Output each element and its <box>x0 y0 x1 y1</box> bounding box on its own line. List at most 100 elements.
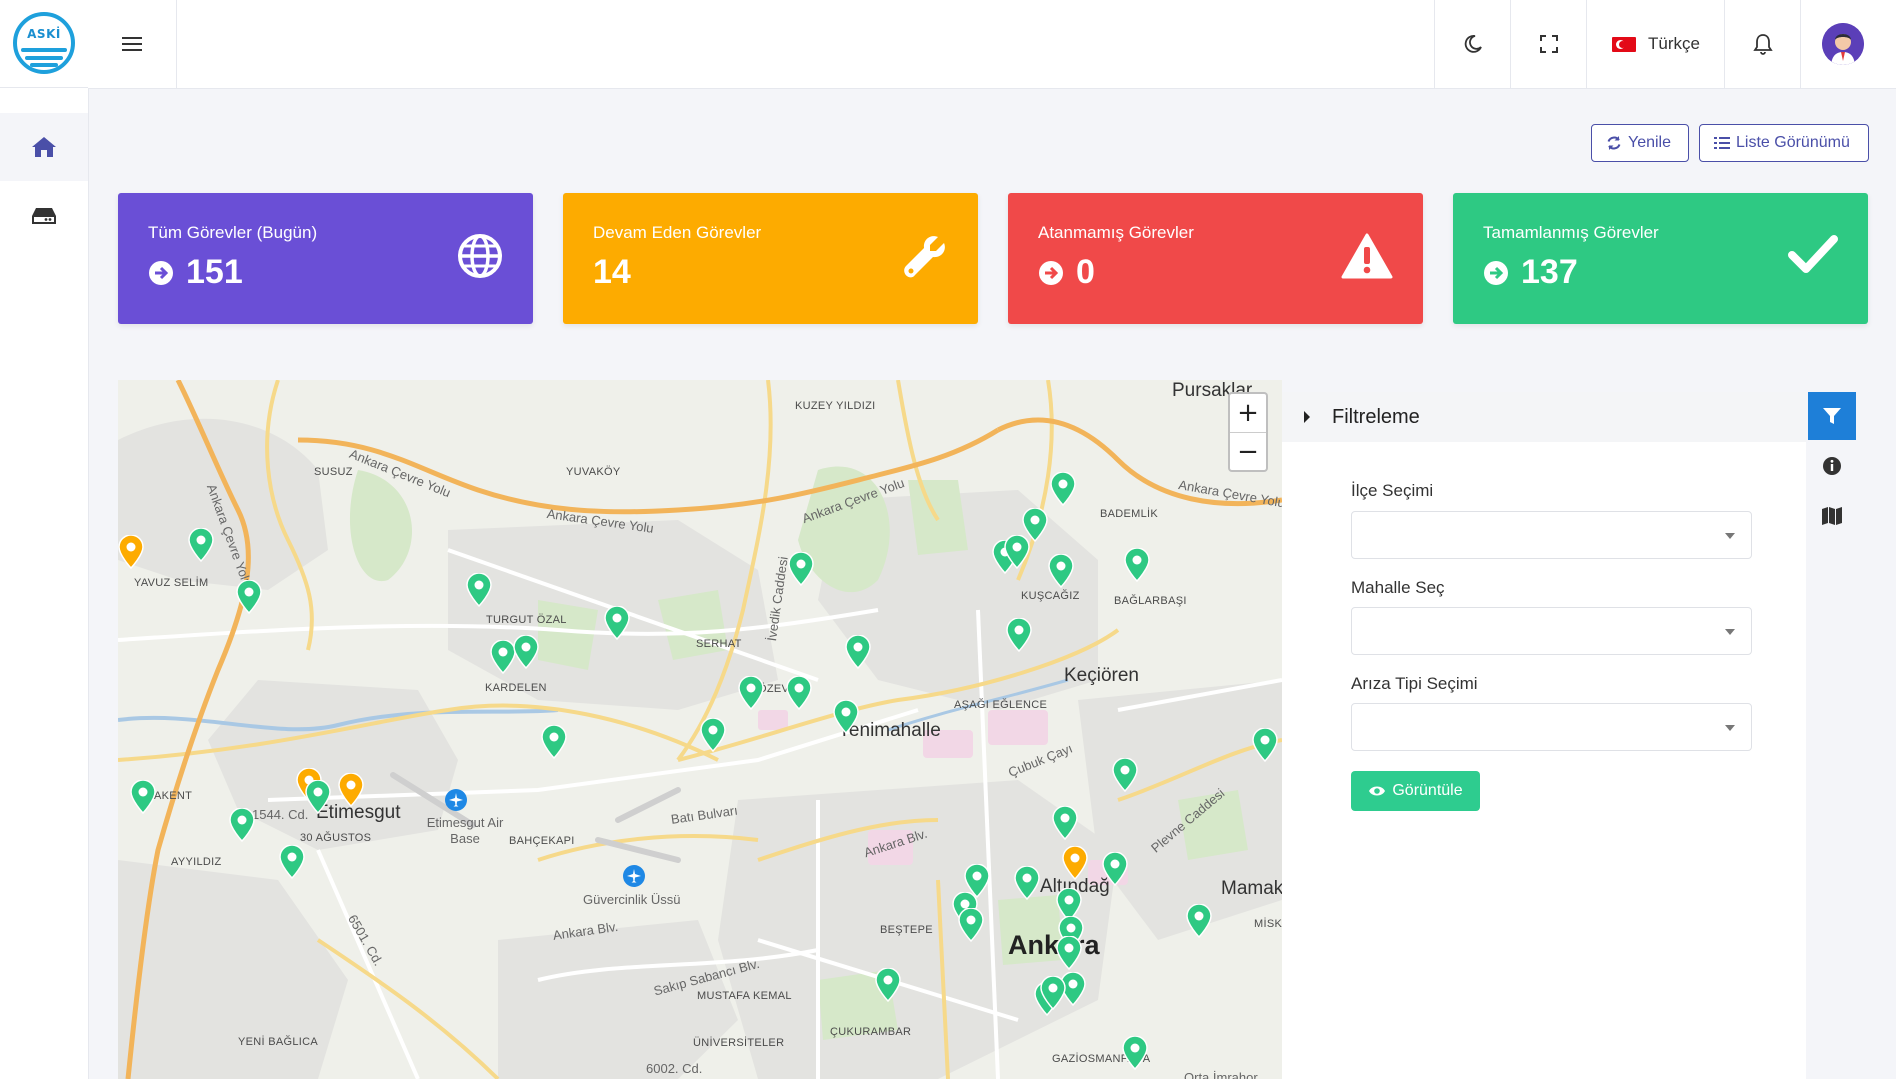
tasks-map[interactable]: Pursaklar KUZEY YILDIZI YUVAKÖY SUSUZ An… <box>118 380 1282 1079</box>
card-title: Devam Eden Görevler <box>593 223 762 242</box>
arrow-circle-right-icon <box>1484 260 1508 285</box>
pin-green[interactable] <box>1124 548 1150 582</box>
show-button[interactable]: Görüntüle <box>1351 771 1480 811</box>
notifications-button[interactable] <box>1724 0 1801 88</box>
sidebar-item-devices[interactable] <box>0 182 88 250</box>
tab-info[interactable] <box>1808 442 1856 490</box>
list-view-button[interactable]: Liste Görünümü <box>1699 124 1869 162</box>
neighborhood-select[interactable] <box>1351 607 1752 655</box>
airport-icon <box>445 789 467 811</box>
pin-green[interactable] <box>1004 535 1030 569</box>
card-value-row: 151 <box>148 253 243 292</box>
pin-green[interactable] <box>738 676 764 710</box>
pin-green[interactable] <box>513 635 539 669</box>
pin-green[interactable] <box>1014 866 1040 900</box>
filter-panel-header[interactable]: Filtreleme <box>1282 392 1806 442</box>
pin-green[interactable] <box>466 573 492 607</box>
map-label: Keçiören <box>1064 665 1139 686</box>
home-icon <box>32 137 56 157</box>
card-title: Tüm Görevler (Bugün) <box>148 223 318 242</box>
pin-green[interactable] <box>1050 472 1076 506</box>
user-menu-button[interactable] <box>1800 0 1885 88</box>
pin-green[interactable] <box>188 528 214 562</box>
pin-orange[interactable] <box>338 773 364 807</box>
menu-toggle-button[interactable] <box>88 0 177 88</box>
pin-green[interactable] <box>1112 758 1138 792</box>
zoom-out-button[interactable]: − <box>1230 433 1266 471</box>
pin-green[interactable] <box>1056 936 1082 970</box>
pin-green[interactable] <box>958 908 984 942</box>
top-header: Türkçe <box>88 0 1896 89</box>
pin-green[interactable] <box>875 968 901 1002</box>
map-road-label: Orta İmrahor <box>1184 1070 1258 1079</box>
fullscreen-icon <box>1540 35 1558 53</box>
card-title: Atanmamış Görevler <box>1038 223 1194 242</box>
list-icon <box>1714 137 1730 149</box>
language-label: Türkçe <box>1648 34 1700 53</box>
list-view-label: Liste Görünümü <box>1736 134 1850 151</box>
card-unassigned[interactable]: Atanmamış Görevler 0 <box>1008 193 1423 324</box>
pin-orange[interactable] <box>1062 846 1088 880</box>
pin-green[interactable] <box>236 580 262 614</box>
map-label: AKENT <box>154 790 193 802</box>
map-label: KARDELEN <box>485 682 547 694</box>
hamburger-icon <box>122 37 142 51</box>
language-selector[interactable]: Türkçe <box>1586 0 1725 88</box>
map-label: SUSUZ <box>314 466 353 478</box>
pin-green[interactable] <box>1122 1036 1148 1070</box>
pin-green[interactable] <box>279 845 305 879</box>
sidebar-item-home[interactable] <box>0 113 88 181</box>
refresh-button[interactable]: Yenile <box>1591 124 1689 162</box>
aski-logo[interactable]: ASKİ <box>13 12 75 74</box>
map-label: BAĞLARBAŞI <box>1114 595 1187 607</box>
card-in-progress[interactable]: Devam Eden Görevler 14 <box>563 193 978 324</box>
district-select[interactable] <box>1351 511 1752 559</box>
pin-green[interactable] <box>700 718 726 752</box>
card-value: 137 <box>1521 253 1578 291</box>
pin-green[interactable] <box>541 725 567 759</box>
card-value: 14 <box>593 253 631 291</box>
fullscreen-button[interactable] <box>1510 0 1587 88</box>
pin-green[interactable] <box>1252 728 1278 762</box>
map-side-tabs <box>1806 392 1858 1079</box>
fault-type-label: Arıza Tipi Seçimi <box>1351 674 1478 693</box>
pin-green[interactable] <box>604 606 630 640</box>
pin-green[interactable] <box>130 780 156 814</box>
airport-icon <box>623 865 645 887</box>
arrow-circle-right-icon <box>149 260 173 285</box>
pin-green[interactable] <box>833 700 859 734</box>
map-label: TURGUT ÖZAL <box>486 614 567 626</box>
card-value-row: 137 <box>1483 253 1578 292</box>
pin-green[interactable] <box>1186 904 1212 938</box>
pin-green[interactable] <box>1052 806 1078 840</box>
map-road-label: 6002. Cd. <box>646 1061 703 1076</box>
warning-icon <box>1341 233 1393 279</box>
pin-green[interactable] <box>1006 618 1032 652</box>
user-avatar <box>1822 23 1864 65</box>
fault-type-select[interactable] <box>1351 703 1752 751</box>
tab-map-layers[interactable] <box>1808 492 1856 540</box>
globe-icon <box>458 234 502 278</box>
turkey-flag-icon <box>1612 36 1637 52</box>
card-completed[interactable]: Tamamlanmış Görevler 137 <box>1453 193 1868 324</box>
dark-mode-button[interactable] <box>1434 0 1511 88</box>
pin-green[interactable] <box>786 676 812 710</box>
district-label: İlçe Seçimi <box>1351 481 1434 500</box>
pin-orange[interactable] <box>118 535 144 569</box>
pin-green[interactable] <box>229 808 255 842</box>
pin-green[interactable] <box>305 780 331 814</box>
hdd-icon <box>32 208 56 224</box>
pin-green[interactable] <box>788 552 814 586</box>
card-all-tasks[interactable]: Tüm Görevler (Bugün) 151 <box>118 193 533 324</box>
arrow-circle-right-icon <box>1039 260 1063 285</box>
map-label: ÇUKURAMBAR <box>830 1026 912 1038</box>
pin-green[interactable] <box>1040 976 1066 1010</box>
filter-icon <box>1823 408 1841 424</box>
pin-green[interactable] <box>1048 554 1074 588</box>
pin-green[interactable] <box>1102 852 1128 886</box>
pin-green[interactable] <box>845 635 871 669</box>
zoom-in-button[interactable]: + <box>1230 394 1266 433</box>
tab-filter[interactable] <box>1808 392 1856 440</box>
map-label: ÜNİVERSİTELER <box>693 1037 785 1049</box>
map-label: Güvercinlik Üssü <box>583 892 681 907</box>
